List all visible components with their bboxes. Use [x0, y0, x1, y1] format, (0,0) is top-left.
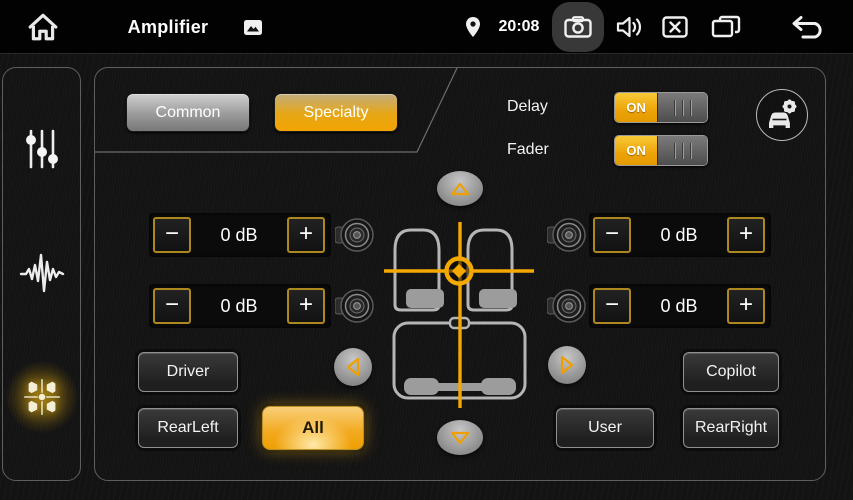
head-unit-screen: Amplifier 20:08 — [0, 0, 853, 500]
preset-copilot-button[interactable]: Copilot — [683, 352, 779, 392]
tab-specialty[interactable]: Specialty — [274, 93, 398, 132]
speaker-icon-front-right — [547, 216, 587, 254]
back-button[interactable] — [784, 0, 828, 54]
toggle-grip — [657, 93, 707, 122]
gain-plus-front-right[interactable]: + — [727, 217, 765, 253]
clock: 20:08 — [494, 0, 544, 54]
preset-all-button[interactable]: All — [262, 406, 364, 450]
tab-specialty-label: Specialty — [304, 104, 369, 122]
gain-plus-rear-left[interactable]: + — [287, 288, 325, 324]
gain-minus-rear-right[interactable]: − — [593, 288, 631, 324]
sidebar — [2, 67, 81, 481]
tab-common[interactable]: Common — [126, 93, 250, 132]
seat-map[interactable] — [375, 205, 546, 417]
screenshot-button[interactable] — [552, 2, 604, 52]
preset-rearleft-button[interactable]: RearLeft — [138, 408, 238, 448]
fader-toggle-state: ON — [615, 136, 657, 165]
location-indicator — [462, 0, 484, 54]
delay-toggle-state: ON — [615, 93, 657, 122]
location-pin-icon — [465, 16, 481, 38]
arrow-right-icon — [560, 355, 574, 375]
recent-apps-icon — [711, 15, 741, 39]
home-button[interactable] — [24, 0, 62, 54]
sidebar-item-balance-fader[interactable] — [19, 374, 65, 420]
preset-user-button[interactable]: User — [556, 408, 654, 448]
balance-right-button[interactable] — [548, 346, 586, 384]
gain-strip-front-right: − 0 dB + — [589, 213, 771, 257]
speaker-icon-front-left — [335, 216, 375, 254]
arrow-left-icon — [346, 357, 360, 377]
arrow-up-icon — [450, 182, 470, 196]
gain-minus-front-left[interactable]: − — [153, 217, 191, 253]
close-box-icon — [662, 16, 688, 38]
speaker-icon-rear-left — [335, 287, 375, 325]
gain-strip-rear-left: − 0 dB + — [149, 284, 331, 328]
gain-value-front-left: 0 dB — [191, 213, 287, 257]
toggle-grip — [657, 136, 707, 165]
sidebar-item-sound-effects[interactable] — [19, 250, 65, 296]
arrow-down-icon — [450, 431, 470, 445]
gain-value-rear-right: 0 dB — [631, 284, 727, 328]
gain-minus-front-right[interactable]: − — [593, 217, 631, 253]
gain-strip-front-left: − 0 dB + — [149, 213, 331, 257]
recent-apps-button[interactable] — [706, 0, 746, 54]
delay-toggle[interactable]: ON — [614, 92, 708, 123]
sidebar-item-equalizer[interactable] — [19, 126, 65, 172]
volume-button[interactable] — [613, 0, 647, 54]
equalizer-sliders-icon — [22, 127, 62, 171]
page-title: Amplifier — [120, 0, 216, 54]
status-bar: Amplifier 20:08 — [0, 0, 853, 54]
screenshot-preview-button[interactable] — [241, 0, 265, 54]
delay-label: Delay — [507, 98, 548, 116]
preset-rearright-button[interactable]: RearRight — [683, 408, 779, 448]
fader-balance-panel: Common Specialty Delay ON Fader ON — [94, 67, 826, 481]
gain-strip-rear-right: − 0 dB + — [589, 284, 771, 328]
fader-up-button[interactable] — [437, 171, 483, 206]
fader-down-button[interactable] — [437, 420, 483, 455]
balance-left-button[interactable] — [334, 348, 372, 386]
home-icon — [27, 12, 59, 42]
fader-toggle[interactable]: ON — [614, 135, 708, 166]
volume-icon — [616, 15, 644, 39]
speaker-balance-icon — [19, 373, 65, 421]
camera-icon — [564, 16, 592, 38]
back-icon — [787, 15, 825, 39]
close-app-button[interactable] — [658, 0, 692, 54]
speaker-icon-rear-right — [547, 287, 587, 325]
gain-minus-rear-left[interactable]: − — [153, 288, 191, 324]
car-setup-button[interactable] — [756, 89, 808, 141]
preset-driver-button[interactable]: Driver — [138, 352, 238, 392]
car-settings-icon — [765, 99, 799, 131]
gain-value-front-right: 0 dB — [631, 213, 727, 257]
gain-plus-rear-right[interactable]: + — [727, 288, 765, 324]
waveform-icon — [19, 251, 65, 295]
fader-label: Fader — [507, 141, 549, 159]
tab-common-label: Common — [156, 104, 221, 122]
image-icon — [243, 19, 263, 36]
gain-plus-front-left[interactable]: + — [287, 217, 325, 253]
gain-value-rear-left: 0 dB — [191, 284, 287, 328]
